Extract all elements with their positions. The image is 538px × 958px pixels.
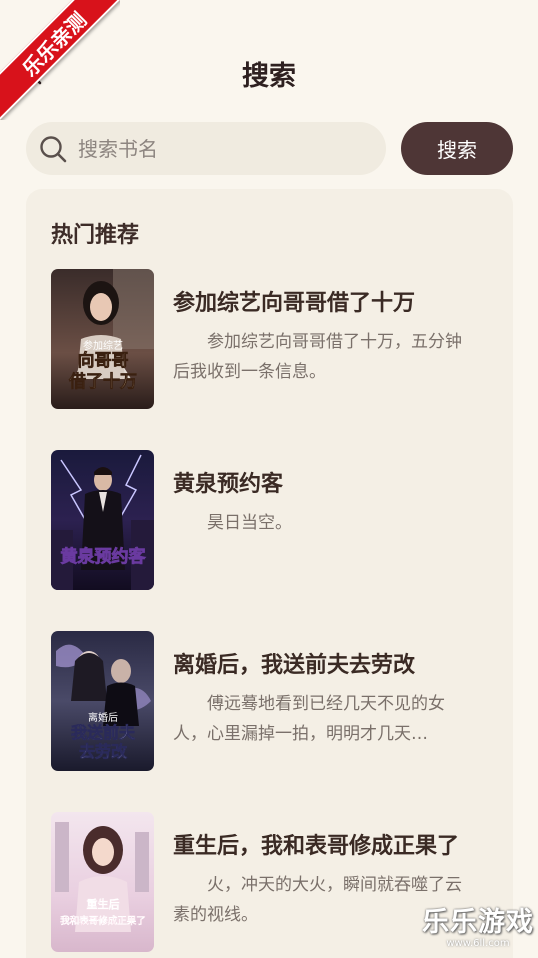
corner-ribbon: 乐乐亲测 <box>0 0 120 120</box>
book-title[interactable]: 参加综艺向哥哥借了十万 <box>173 285 473 317</box>
book-cover[interactable]: 重生后 我和表哥修成正果了 <box>51 812 154 952</box>
book-description: 参加综艺向哥哥借了十万，五分钟后我收到一条信息。 <box>173 332 462 382</box>
cover-title: 我和表哥修成正果了 <box>60 915 146 927</box>
book-cover[interactable]: 参加综艺 向哥哥 借了十万 <box>51 269 154 409</box>
search-icon <box>40 135 67 162</box>
search-input[interactable] <box>78 136 368 161</box>
svg-text:去劳改: 去劳改 <box>79 742 128 761</box>
book-item[interactable]: 黄泉预约客 黄泉预约客 昊日当空。 <box>51 450 501 590</box>
search-bar[interactable] <box>26 122 386 175</box>
book-cover[interactable]: 黄泉预约客 <box>51 450 154 590</box>
book-description: 昊日当空。 <box>207 513 292 533</box>
ribbon-label: 乐乐亲测 <box>0 0 120 120</box>
book-title[interactable]: 黄泉预约客 <box>173 466 473 498</box>
svg-text:借了十万: 借了十万 <box>68 371 137 392</box>
recommend-panel: 热门推荐 参加综艺 向哥哥 借了十万 参加综艺向哥哥借了十万 参加综艺向哥哥借了… <box>26 189 513 958</box>
svg-text:我送前夫: 我送前夫 <box>71 723 136 742</box>
book-title[interactable]: 重生后，我和表哥修成正果了 <box>173 828 473 860</box>
book-item[interactable]: 参加综艺 向哥哥 借了十万 参加综艺向哥哥借了十万 参加综艺向哥哥借了十万，五分… <box>51 269 501 409</box>
book-description: 傅远蓦地看到已经几天不见的女人，心里漏掉一拍，明明才几天… <box>173 694 445 744</box>
cover-title: 黄泉预约客 <box>61 546 147 567</box>
cover-subtitle: 重生后 <box>87 897 120 911</box>
svg-text:向哥哥: 向哥哥 <box>78 350 129 371</box>
watermark-url: www.6ll.com <box>446 938 510 949</box>
book-cover[interactable]: 离婚后 我送前夫 去劳改 <box>51 631 154 771</box>
watermark-text: 乐乐游戏 <box>422 907 534 938</box>
section-title: 热门推荐 <box>51 223 140 248</box>
search-button[interactable]: 搜索 <box>401 122 513 175</box>
book-item[interactable]: 离婚后 我送前夫 去劳改 离婚后，我送前夫去劳改 傅远蓦地看到已经几天不见的女人… <box>51 631 501 771</box>
watermark-logo: 乐乐游戏 www.6ll.com <box>422 908 534 952</box>
book-title[interactable]: 离婚后，我送前夫去劳改 <box>173 647 473 679</box>
